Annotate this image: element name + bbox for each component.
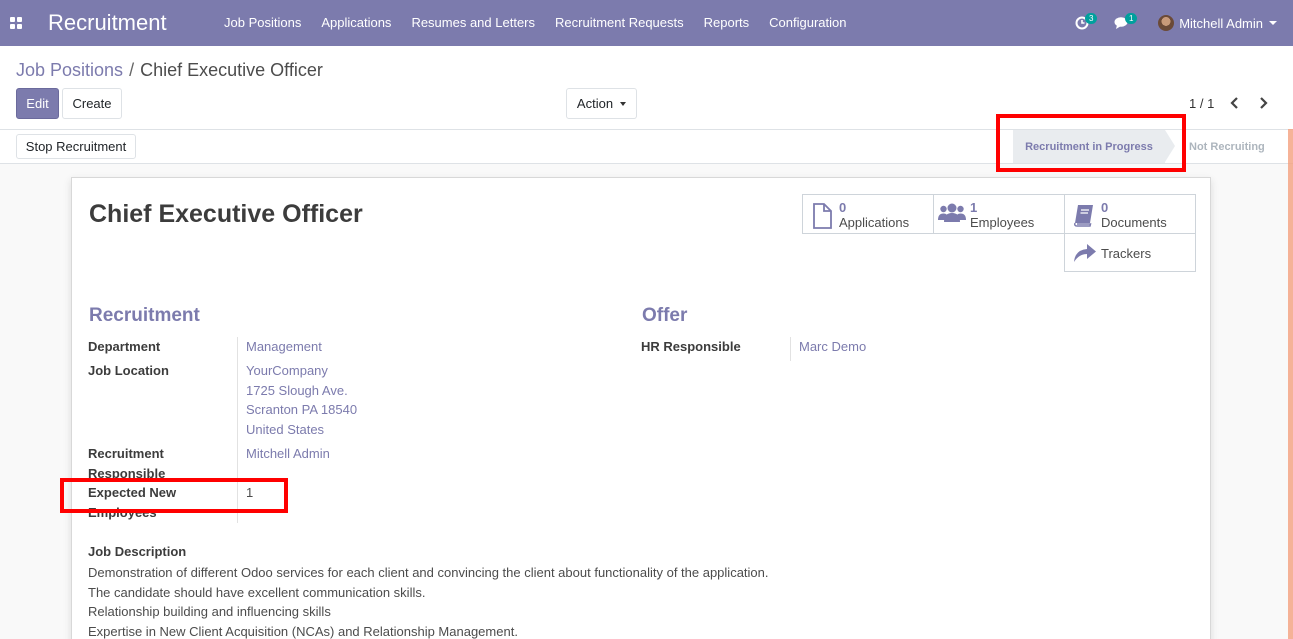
applications-smart-button[interactable]: 0 Applications [802, 194, 934, 234]
job-description-line: Demonstration of different Odoo services… [88, 565, 769, 580]
file-icon [811, 203, 833, 229]
share-icon [1073, 241, 1096, 265]
department-label: Department [88, 339, 161, 354]
stage-not-recruiting[interactable]: Not Recruiting [1189, 130, 1265, 163]
department-value[interactable]: Management [246, 337, 322, 357]
breadcrumb: Job Positions / Chief Executive Officer [16, 60, 323, 81]
applications-label: Applications [839, 215, 910, 230]
menu-recruitment-requests[interactable]: Recruitment Requests [545, 0, 694, 46]
job-description-line: The candidate should have excellent comm… [88, 584, 426, 600]
apps-grid-icon[interactable] [10, 17, 22, 29]
highlight-box [996, 114, 1186, 172]
systray: 3 1 Mitchell Admin [1072, 0, 1293, 46]
job-location-line: YourCompany [246, 363, 328, 378]
trackers-label: Trackers [1101, 246, 1152, 261]
create-button[interactable]: Create [62, 88, 122, 119]
job-location-label: Job Location [88, 363, 169, 378]
caret-down-icon [620, 101, 627, 106]
users-icon [938, 201, 966, 225]
edit-button[interactable]: Edit [16, 88, 59, 119]
job-location-value[interactable]: YourCompany 1725 Slough Ave. Scranton PA… [246, 361, 357, 440]
field-divider [790, 337, 791, 361]
offer-section-title: Offer [642, 305, 688, 326]
avatar [1158, 15, 1175, 31]
record-title: Chief Executive Officer [89, 200, 363, 228]
breadcrumb-current: Chief Executive Officer [140, 60, 323, 80]
job-location-line: Scranton PA 18540 [246, 402, 358, 418]
chevron-down-icon [1269, 21, 1277, 25]
employees-count: 1 [970, 200, 978, 215]
recruitment-responsible-value[interactable]: Mitchell Admin [246, 444, 330, 464]
activity-badge: 3 [1085, 13, 1098, 24]
recruitment-responsible-label-line: Recruitment [88, 446, 164, 461]
job-location-line: United States [246, 422, 325, 438]
applications-count: 0 [839, 200, 847, 215]
trackers-smart-button[interactable]: Trackers [1064, 233, 1196, 272]
menu-applications[interactable]: Applications [311, 0, 401, 46]
activity-clock-icon[interactable]: 3 [1072, 0, 1098, 46]
top-navbar: Recruitment Job Positions Applications R… [0, 0, 1293, 46]
scrollbar[interactable] [1288, 129, 1293, 639]
breadcrumb-separator: / [129, 60, 135, 80]
action-label: Action [576, 96, 614, 111]
chevron-left-icon[interactable] [1228, 95, 1242, 111]
breadcrumb-job-positions[interactable]: Job Positions [16, 60, 123, 80]
employees-smart-button[interactable]: 1 Employees [933, 194, 1065, 234]
app-name[interactable]: Recruitment [48, 10, 167, 36]
chevron-right-icon[interactable] [1256, 95, 1270, 111]
user-menu[interactable]: Mitchell Admin [1158, 15, 1277, 31]
menu-reports[interactable]: Reports [694, 0, 760, 46]
pager-value[interactable]: 1 / 1 [1189, 96, 1214, 111]
recruitment-section-title: Recruitment [89, 305, 200, 326]
menu-resumes-and-letters[interactable]: Resumes and Letters [401, 0, 545, 46]
documents-count: 0 [1101, 200, 1109, 215]
hr-responsible-label: HR Responsible [641, 339, 741, 354]
hr-responsible-value[interactable]: Marc Demo [799, 337, 866, 357]
menu-configuration[interactable]: Configuration [759, 0, 856, 46]
documents-smart-button[interactable]: 0 Documents [1064, 194, 1196, 234]
documents-label: Documents [1101, 215, 1167, 230]
highlight-box [60, 478, 288, 513]
job-description-line: Expertise in New Client Acquisition (NCA… [88, 623, 518, 639]
create-button-label: Create [72, 96, 112, 111]
user-name: Mitchell Admin [1179, 15, 1263, 31]
job-description-label: Job Description [88, 544, 187, 559]
job-description-text[interactable]: Demonstration of different Odoo services… [88, 563, 769, 639]
main-menu: Job Positions Applications Resumes and L… [214, 0, 857, 46]
stop-recruitment-button[interactable]: Stop Recruitment [16, 134, 136, 159]
book-icon [1073, 203, 1095, 227]
action-dropdown[interactable]: Action [566, 88, 637, 119]
employees-label: Employees [970, 215, 1035, 230]
messages-badge: 1 [1125, 13, 1138, 24]
job-location-line: 1725 Slough Ave. [246, 382, 348, 398]
messages-icon[interactable]: 1 [1112, 0, 1138, 46]
menu-job-positions[interactable]: Job Positions [214, 0, 311, 46]
job-description-line: Relationship building and influencing sk… [88, 604, 331, 619]
form-sheet: Chief Executive Officer 0 Applications 1E… [71, 177, 1211, 639]
